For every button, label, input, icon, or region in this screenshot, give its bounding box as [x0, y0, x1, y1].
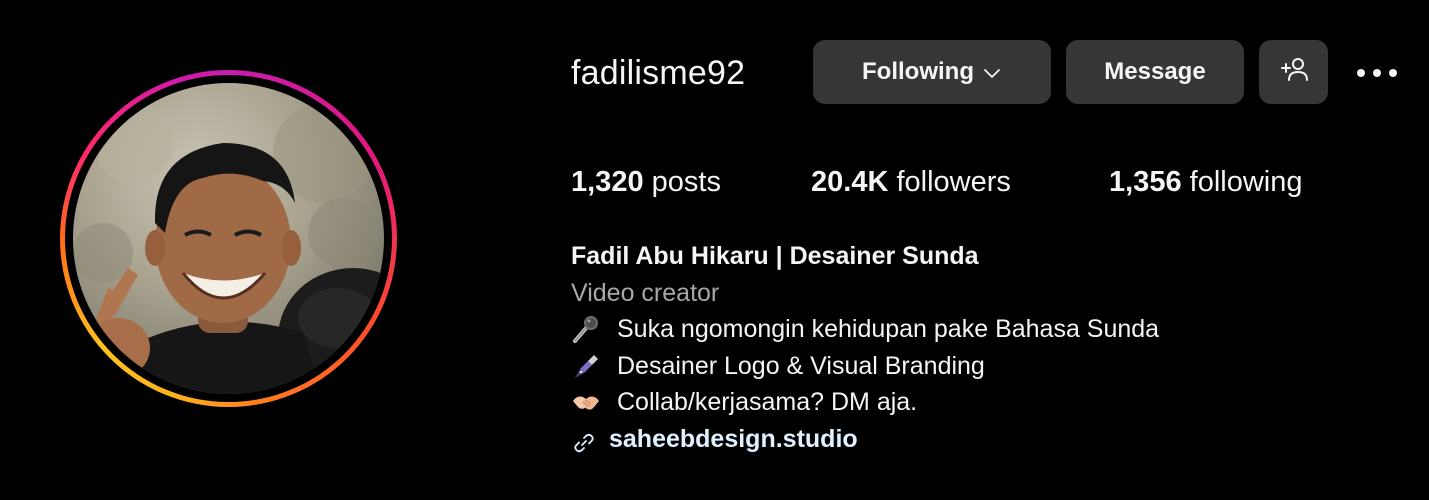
bio-line-text: Desainer Logo & Visual Branding [617, 351, 985, 380]
link-icon [573, 428, 595, 452]
following-button[interactable]: Following [813, 40, 1051, 104]
profile-full-name: Fadil Abu Hikaru | Desainer Sunda [571, 242, 979, 270]
profile-username: fadilisme92 [571, 54, 746, 92]
suggest-accounts-button[interactable] [1259, 40, 1328, 104]
following-stat-label: following [1189, 166, 1303, 198]
avatar-illustration [73, 103, 384, 394]
microphone-icon [571, 314, 601, 344]
profile-bio: Fadil Abu Hikaru | Desainer Sunda Video … [571, 238, 1159, 457]
message-button[interactable]: Message [1066, 40, 1244, 104]
posts-stat: 1,320 posts [571, 162, 721, 202]
fountain-pen-icon [571, 351, 601, 381]
profile-website-link[interactable]: saheebdesign.studio [609, 421, 858, 458]
posts-label: posts [651, 166, 721, 198]
profile-avatar[interactable] [60, 70, 397, 407]
profile-link-row[interactable]: saheebdesign.studio [571, 421, 1159, 458]
avatar-photo [73, 83, 384, 394]
followers-count: 20.4K [811, 166, 889, 198]
posts-count: 1,320 [571, 166, 644, 198]
following-button-label: Following [862, 58, 974, 85]
bio-line: Desainer Logo & Visual Branding [571, 348, 1159, 385]
message-button-label: Message [1104, 58, 1206, 85]
bio-line: Collab/kerjasama? DM aja. [571, 384, 1159, 421]
add-person-icon [1279, 56, 1309, 89]
chevron-down-icon [982, 62, 1002, 82]
bio-line-text: Suka ngomongin kehidupan pake Bahasa Sun… [617, 315, 1160, 343]
following-stat[interactable]: 1,356 following [1109, 162, 1302, 202]
bio-line: Suka ngomongin kehidupan pake Bahasa Sun… [571, 311, 1159, 348]
profile-category: Video creator [571, 278, 720, 307]
handshake-icon [571, 387, 601, 417]
followers-stat[interactable]: 20.4K followers [811, 162, 1011, 202]
bio-line-text: Collab/kerjasama? DM aja. [617, 388, 918, 416]
more-options-icon[interactable] [1352, 56, 1402, 90]
following-count: 1,356 [1109, 166, 1182, 198]
followers-label: followers [896, 166, 1011, 198]
